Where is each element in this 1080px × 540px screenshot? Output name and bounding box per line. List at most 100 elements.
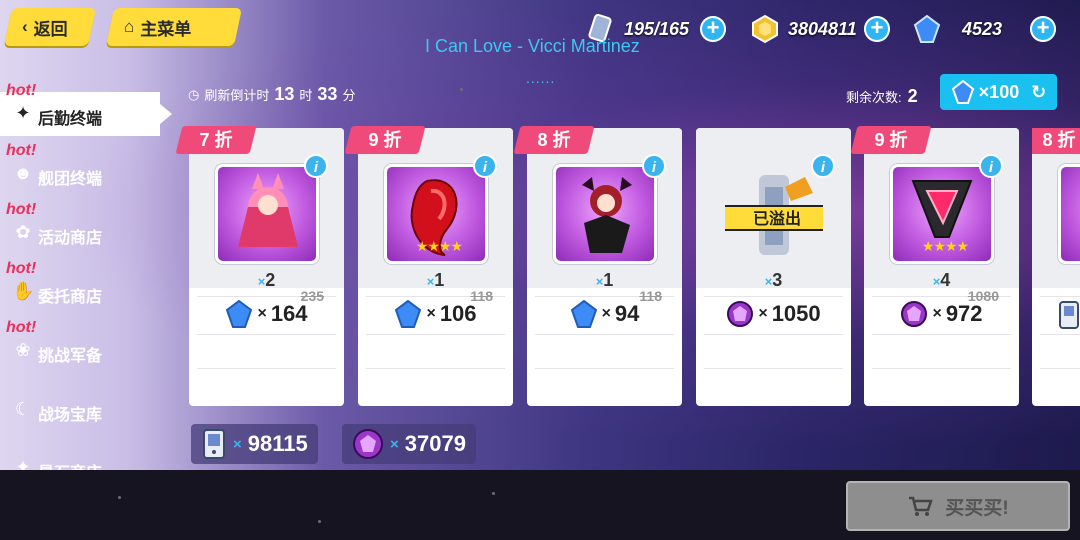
info-icon[interactable]: i [642,154,666,178]
sidebar-item-label: 后勤终端 [38,111,103,128]
reset-cost: ×100 [978,81,1020,102]
item-image [553,164,657,264]
hot-tag: hot! [6,319,37,336]
sidebar-item-crystal-shop[interactable]: ✦ 星石商店 [0,446,160,470]
refresh-label: 刷新倒计时 [204,88,270,103]
price: × 972 [864,294,1019,334]
coin-value: 3804811 [788,18,857,39]
discount-label: 9 折 [368,130,402,150]
shop-item-card[interactable]: 已溢出 i ×3 × 1050 [696,128,851,406]
item-image [1058,164,1080,264]
sidebar-item-fleet[interactable]: hot! ☻ 舰团终端 [0,142,160,196]
main-menu-button[interactable]: ⌂ 主菜单 [105,8,243,46]
info-icon[interactable]: i [979,154,1003,178]
refresh-minutes: 33 [317,84,338,104]
item-quantity-value: 2 [265,270,276,290]
back-arrow-icon: ‹ [22,17,28,36]
price: × 1050 [696,294,851,334]
item-quantity-value: 3 [772,270,783,290]
divider [872,334,1011,335]
divider [704,334,843,335]
divider [1040,368,1080,369]
sidebar-item-commission-shop[interactable]: hot! ✋ 委托商店 [0,260,160,314]
info-icon[interactable]: i [304,154,328,178]
decor-dot [318,520,321,523]
item-quantity-value: 4 [940,270,951,290]
discount-tag: 7 折 [175,126,257,154]
discount-label: 7 折 [199,130,233,150]
orb-balance: × 37079 [342,424,476,464]
divider [366,368,505,369]
divider [704,368,843,369]
add-crystals-button[interactable]: + [1030,16,1056,42]
divider [366,334,505,335]
home-icon: ⌂ [124,17,135,36]
clock-icon: ◷ [188,86,200,102]
sidebar-item-battlefield-vault[interactable]: ☾ 战场宝库 [0,388,160,432]
shop-item-card[interactable]: 9 折 ★★★★ i ×1 118 × 106 [344,126,513,406]
decor-dot [460,88,463,91]
divider [197,334,336,335]
sidebar-item-label: 挑战军备 [38,348,103,365]
price-value: 106 [439,301,477,326]
shop-item-card[interactable]: 8 折 [1032,128,1080,406]
shop-item-card-partial[interactable]: 8 折 [1032,128,1080,406]
discount-label: 9 折 [874,130,908,150]
price-value: 94 [614,301,640,326]
tablet-icon [1058,300,1080,335]
discount-tag: 8 折 [1032,128,1080,154]
refresh-hours: 13 [274,84,295,104]
back-label: 返回 [33,19,68,39]
remaining-value: 2 [907,86,918,106]
hot-tag: hot! [6,82,37,99]
crystal-counter: 4523 [912,14,1002,44]
sidebar-item-label: 战场宝库 [38,407,103,424]
item-image [215,164,319,264]
discount-tag: 9 折 [850,126,932,154]
item-image: ★★★★ [384,164,488,264]
logistics-icon: ✦ [15,103,31,123]
add-coins-button[interactable]: + [864,16,890,42]
discount-label: 8 折 [537,130,571,150]
orb-balance-value: 37079 [404,431,466,456]
discount-label: 8 折 [1042,130,1076,150]
sidebar-item-event-shop[interactable]: hot! ✿ 活动商店 [0,201,160,255]
orb-icon [901,301,928,327]
commission-icon: ✋ [12,281,35,301]
buy-button[interactable]: 买买买! [846,481,1070,531]
main-menu-label: 主菜单 [140,19,192,39]
multiply-sign: × [390,435,399,453]
crystal-icon [951,80,974,104]
info-icon[interactable]: i [473,154,497,178]
overflow-banner: 已溢出 [725,205,823,231]
crystal-icon [395,300,422,328]
hot-tag: hot! [6,201,37,218]
price: × 94 [527,294,682,334]
item-quantity-value: 1 [603,270,614,290]
shop-item-card[interactable]: 9 折 ★★★★ i ×4 1080 × 972 [850,126,1019,406]
divider [535,334,674,335]
shop-item-card[interactable]: 7 折 i ×2 235 × 164 [175,126,344,406]
active-pointer [160,104,172,124]
remaining-label: 剩余次数: [846,90,902,105]
now-playing-title: I Can Love - Vicci Martinez [425,36,640,56]
sidebar-item-challenge-armory[interactable]: hot! ❀ 挑战军备 [0,319,160,373]
sidebar-item-label: 活动商店 [38,230,103,247]
add-stamina-button[interactable]: + [700,16,726,42]
price-value: 164 [270,301,308,326]
shop-item-card[interactable]: 8 折 i ×1 118 × 94 [513,126,682,406]
price-value: 1050 [771,301,821,326]
crystal-icon [226,300,253,328]
back-button[interactable]: ‹ 返回 [3,8,97,46]
reset-shop-button[interactable]: ×100 ↻ [940,74,1057,110]
fleet-icon: ☻ [13,163,33,183]
orb-icon [727,301,754,327]
divider [872,368,1011,369]
tablet-balance: × 98115 [191,424,318,464]
rarity-stars: ★★★★ [921,238,969,254]
hot-tag: hot! [6,142,37,159]
sidebar-item-logistics[interactable]: hot! ✦ 后勤终端 [0,82,160,136]
item-quantity: ×3 [696,270,851,291]
info-icon[interactable]: i [811,154,835,178]
sidebar-item-label: 星石商店 [38,459,102,470]
